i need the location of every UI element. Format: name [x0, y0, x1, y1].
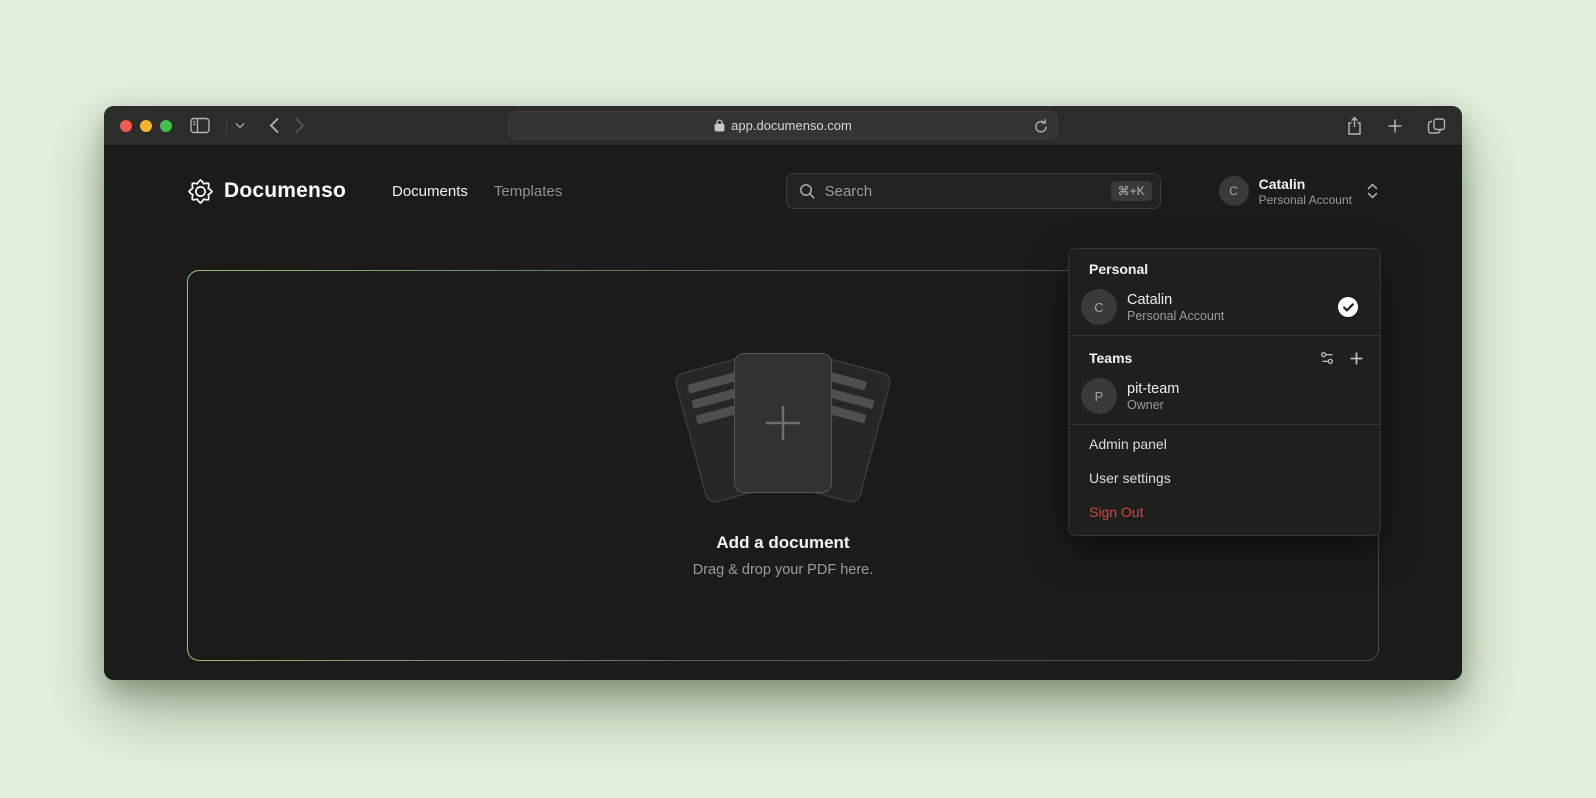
team-avatar: P — [1081, 378, 1117, 414]
menu-item-admin-panel[interactable]: Admin panel — [1069, 427, 1380, 461]
reload-icon[interactable] — [1034, 118, 1048, 134]
manage-teams-icon[interactable] — [1319, 350, 1335, 366]
selected-check-icon — [1338, 297, 1358, 317]
menu-item-sign-out[interactable]: Sign Out — [1069, 495, 1380, 529]
account-avatar: C — [1219, 176, 1249, 206]
close-window-button[interactable] — [120, 120, 132, 132]
personal-account-item[interactable]: C Catalin Personal Account — [1069, 285, 1380, 333]
add-document-card — [734, 353, 832, 493]
address-bar-url: app.documenso.com — [731, 118, 852, 133]
account-menu-trigger[interactable]: C Catalin Personal Account — [1219, 176, 1379, 207]
zoom-window-button[interactable] — [160, 120, 172, 132]
menu-divider — [1069, 424, 1380, 425]
account-dropdown-menu: Personal C Catalin Personal Account Team… — [1068, 248, 1381, 536]
account-name: Catalin — [1259, 176, 1352, 193]
app-header: Documenso Documents Templates ⌘+K — [187, 171, 1379, 211]
personal-account-subtitle: Personal Account — [1127, 309, 1224, 324]
new-tab-icon[interactable] — [1387, 118, 1403, 134]
chevrons-up-down-icon — [1366, 183, 1379, 199]
main-nav: Documents Templates — [392, 183, 562, 200]
brand[interactable]: Documenso — [187, 178, 346, 205]
search-input[interactable] — [825, 183, 1102, 200]
address-bar[interactable]: app.documenso.com — [508, 111, 1058, 140]
back-button[interactable] — [269, 117, 280, 134]
dropzone-title: Add a document — [716, 533, 849, 553]
dropzone-subtitle: Drag & drop your PDF here. — [693, 562, 874, 578]
brand-name: Documenso — [224, 179, 346, 203]
share-icon[interactable] — [1346, 116, 1363, 136]
team-name: pit-team — [1127, 380, 1179, 398]
teams-section-label: Teams — [1089, 350, 1132, 366]
forward-button[interactable] — [294, 117, 305, 134]
lock-icon — [714, 119, 725, 132]
create-team-plus-icon[interactable] — [1349, 351, 1364, 366]
tab-overview-icon[interactable] — [1427, 117, 1446, 135]
browser-window: app.documenso.com — [104, 106, 1462, 680]
personal-section-label: Personal — [1069, 249, 1380, 285]
menu-divider — [1069, 335, 1380, 336]
minimize-window-button[interactable] — [140, 120, 152, 132]
plus-icon — [760, 400, 806, 446]
nav-documents[interactable]: Documents — [392, 183, 468, 200]
documenso-logo-icon — [187, 178, 214, 205]
search-shortcut-badge: ⌘+K — [1111, 181, 1152, 201]
sidebar-toggle-icon[interactable] — [190, 117, 210, 134]
browser-toolbar: app.documenso.com — [104, 106, 1462, 146]
search-icon — [799, 183, 816, 200]
traffic-lights — [120, 120, 172, 132]
personal-account-avatar: C — [1081, 289, 1117, 325]
menu-item-user-settings[interactable]: User settings — [1069, 461, 1380, 495]
search-bar[interactable]: ⌘+K — [786, 173, 1161, 209]
personal-account-name: Catalin — [1127, 291, 1224, 309]
team-item[interactable]: P pit-team Owner — [1069, 374, 1380, 422]
sidebar-menu-chevron-icon[interactable] — [226, 118, 245, 134]
account-type: Personal Account — [1259, 193, 1352, 207]
app-page: Documenso Documents Templates ⌘+K — [104, 171, 1462, 680]
document-stack-illustration — [663, 353, 903, 505]
nav-templates[interactable]: Templates — [494, 183, 562, 200]
team-role: Owner — [1127, 398, 1179, 413]
